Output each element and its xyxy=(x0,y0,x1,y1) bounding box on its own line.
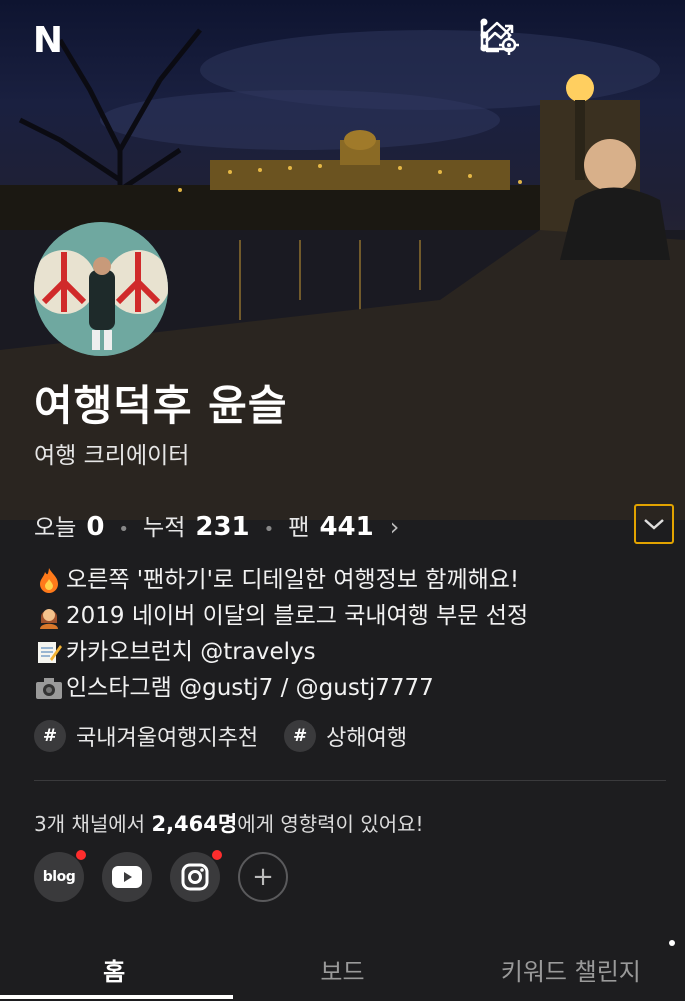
separator-dot: • xyxy=(118,519,130,540)
new-badge xyxy=(76,850,86,860)
tab-board[interactable]: 보드 xyxy=(228,938,456,1001)
new-dot xyxy=(668,940,675,946)
chevron-down-icon xyxy=(644,519,664,530)
new-badge xyxy=(212,850,222,860)
cover-image: N 여행덕후 윤슬 여행 크리에이터 xyxy=(0,0,685,520)
expand-button[interactable] xyxy=(634,504,674,544)
bio-line: 인스타그램 @gustj7 / @gustj7777 xyxy=(34,670,528,706)
tag-item[interactable]: # 국내겨울여행지추천 xyxy=(34,720,258,752)
today-label: 오늘 xyxy=(34,515,77,541)
influence-suffix: 에게 영향력이 있어요! xyxy=(237,812,424,836)
tab-label: 홈 xyxy=(103,958,126,986)
influence-text: 3개 채널에서 2,464명에게 영향력이 있어요! xyxy=(34,808,424,838)
tag-label: 상해여행 xyxy=(326,726,408,751)
instagram-channel-button[interactable] xyxy=(170,850,222,902)
bio-text: 카카오브런치 @travelys xyxy=(66,639,316,665)
profile-name: 여행덕후 윤슬 xyxy=(34,381,288,430)
separator-dot: • xyxy=(263,519,275,540)
camera-icon xyxy=(34,673,64,703)
plus-icon: + xyxy=(252,862,274,892)
chevron-right-icon: › xyxy=(389,513,400,541)
tab-keyword-challenge[interactable]: 키워드 챌린지 xyxy=(457,938,685,1001)
profile-subtitle: 여행 크리에이터 xyxy=(34,443,190,469)
divider xyxy=(34,780,666,781)
memo-icon xyxy=(34,637,64,667)
bio-text: 오른쪽 '팬하기'로 디테일한 여행정보 함께해요! xyxy=(66,567,520,593)
tag-item[interactable]: # 상해여행 xyxy=(284,720,407,752)
influence-count: 2,464명 xyxy=(151,812,238,836)
influence-prefix: 3개 채널에서 xyxy=(34,812,152,836)
fire-icon xyxy=(34,565,64,595)
bio-text: 인스타그램 @gustj7 / @gustj7777 xyxy=(66,675,434,701)
blog-icon: blog xyxy=(42,869,76,885)
add-channel-button[interactable]: + xyxy=(238,852,288,902)
bio-line: 오른쪽 '팬하기'로 디테일한 여행정보 함께해요! xyxy=(34,562,528,598)
tab-label: 보드 xyxy=(320,958,365,986)
tab-label: 키워드 챌린지 xyxy=(500,958,641,986)
youtube-icon xyxy=(112,866,142,888)
person-icon xyxy=(34,601,64,631)
today-value: 0 xyxy=(86,512,105,542)
channel-list: blog + xyxy=(34,850,288,902)
fans-label: 팬 xyxy=(288,515,310,541)
tag-list: # 국내겨울여행지추천 # 상해여행 xyxy=(34,720,407,752)
hashtag-icon: # xyxy=(34,720,66,752)
avatar[interactable] xyxy=(34,222,168,356)
blog-channel-button[interactable]: blog xyxy=(34,850,86,902)
naver-logo[interactable]: N xyxy=(28,20,68,61)
more-vertical-icon[interactable] xyxy=(480,18,667,62)
total-label: 누적 xyxy=(143,515,186,541)
bio-text: 2019 네이버 이달의 블로그 국내여행 부문 선정 xyxy=(66,603,529,629)
total-value: 231 xyxy=(195,512,250,542)
stats-chart-icon[interactable] xyxy=(480,18,595,62)
tab-bar: 홈 보드 키워드 챌린지 xyxy=(0,938,685,1001)
hashtag-icon: # xyxy=(284,720,317,752)
tab-home[interactable]: 홈 xyxy=(0,938,234,1001)
bio-line: 카카오브런치 @travelys xyxy=(34,634,528,670)
bio-line: 2019 네이버 이달의 블로그 국내여행 부문 선정 xyxy=(34,598,528,634)
bio: 오른쪽 '팬하기'로 디테일한 여행정보 함께해요! 2019 네이버 이달의 … xyxy=(34,562,528,706)
instagram-icon xyxy=(181,863,209,891)
tag-label: 국내겨울여행지추천 xyxy=(76,726,259,751)
youtube-channel-button[interactable] xyxy=(102,852,152,902)
stats-row[interactable]: 오늘 0 • 누적 231 • 팬 441 › xyxy=(34,508,399,542)
fans-value: 441 xyxy=(319,512,374,542)
